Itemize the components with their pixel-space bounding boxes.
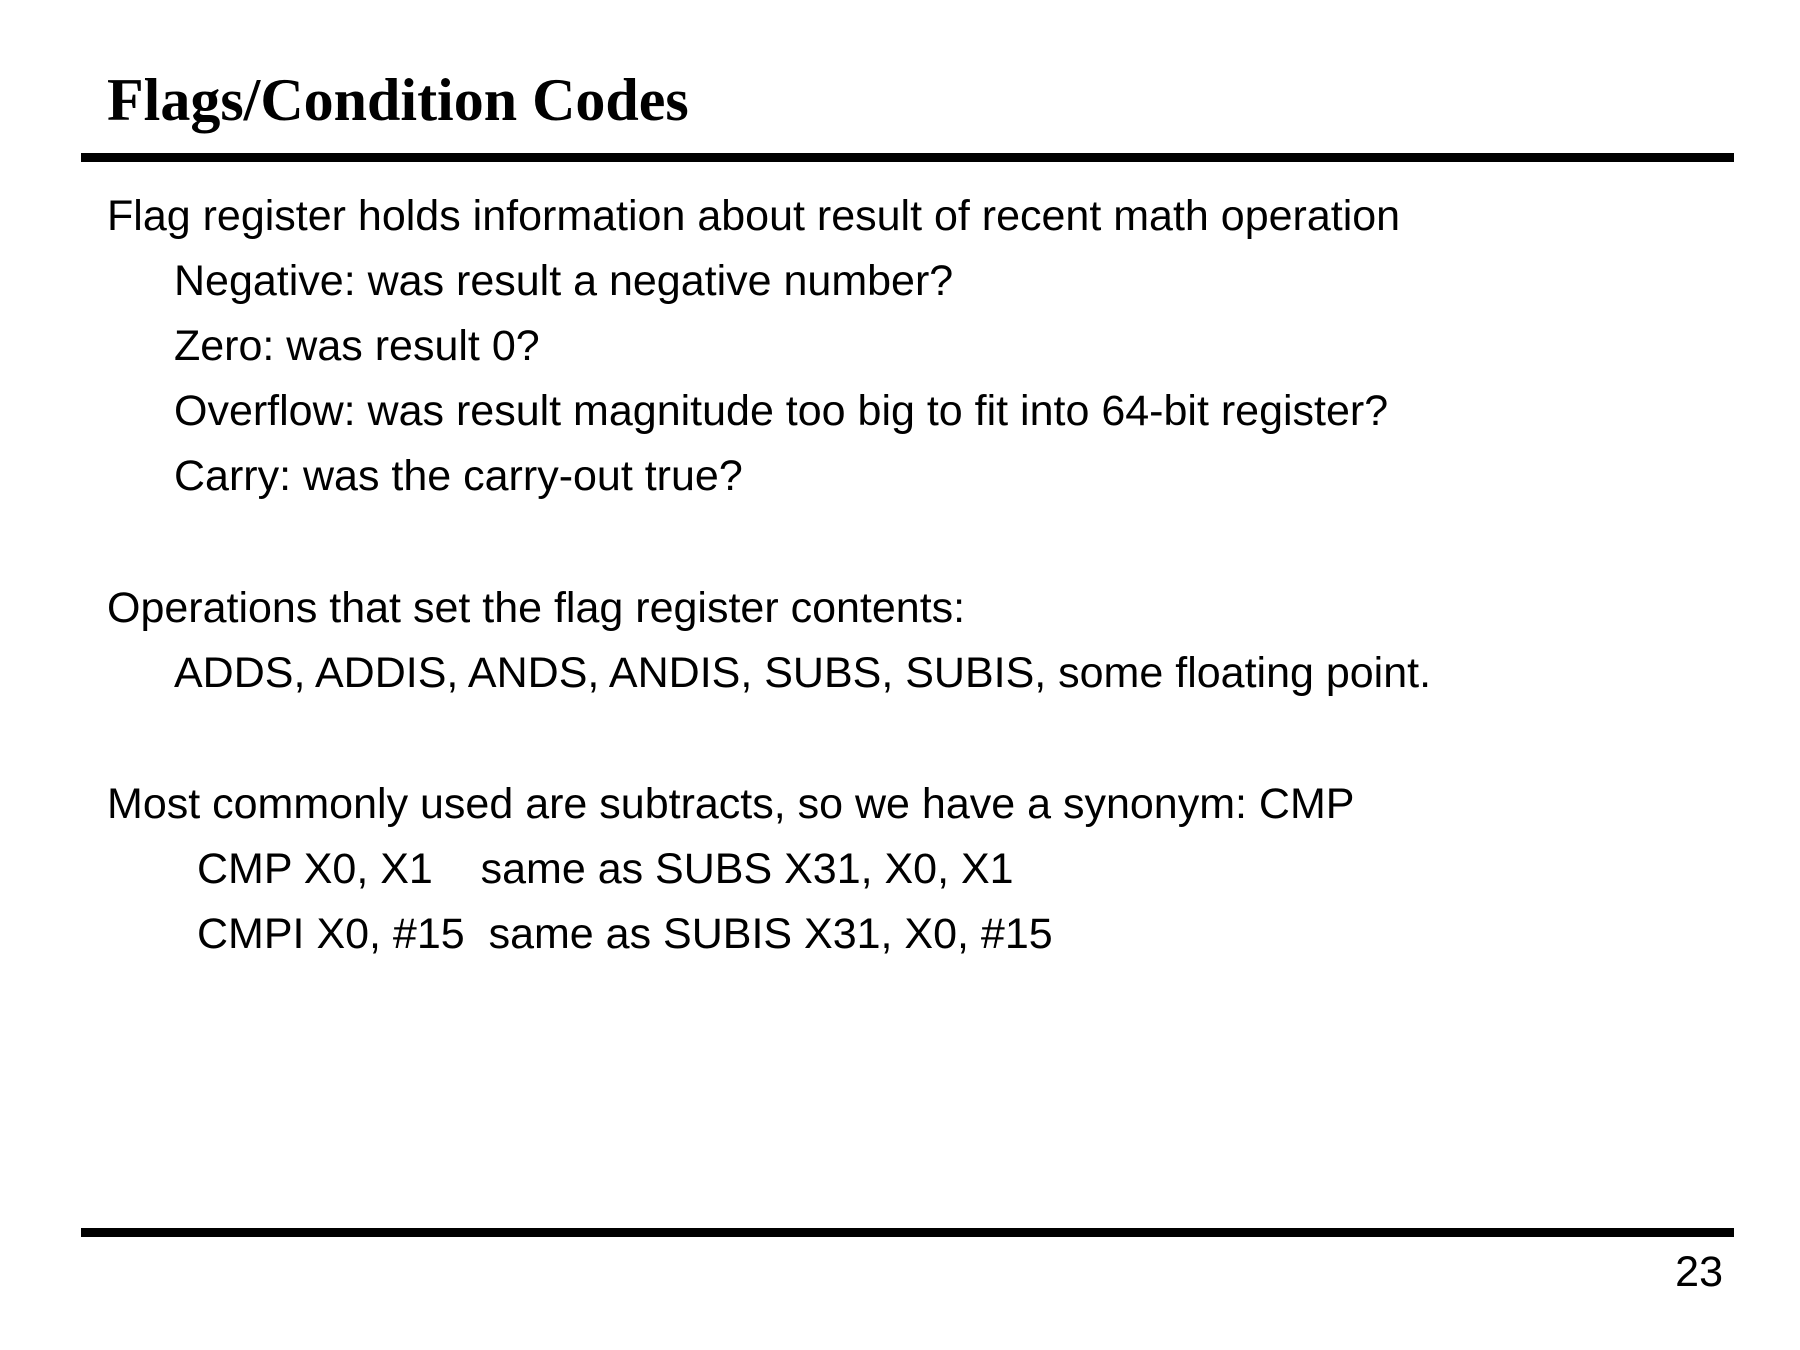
slide: Flags/Condition Codes Flag register hold… (0, 0, 1800, 1350)
page-number: 23 (1675, 1248, 1723, 1296)
cmp-intro: Most commonly used are subtracts, so we … (107, 780, 1355, 828)
flags-intro: Flag register holds information about re… (107, 192, 1401, 240)
flag-item-carry: Carry: was the carry-out true? (174, 452, 743, 500)
flag-item-negative: Negative: was result a negative number? (174, 257, 954, 305)
flag-item-zero: Zero: was result 0? (174, 322, 540, 370)
operations-intro: Operations that set the flag register co… (107, 584, 966, 632)
cmp-example: CMP X0, X1 same as SUBS X31, X0, X1 (197, 845, 1014, 893)
slide-title: Flags/Condition Codes (107, 67, 689, 133)
footer-divider (81, 1228, 1734, 1237)
operations-list: ADDS, ADDIS, ANDS, ANDIS, SUBS, SUBIS, s… (174, 649, 1432, 697)
cmpi-example: CMPI X0, #15 same as SUBIS X31, X0, #15 (197, 910, 1053, 958)
flag-item-overflow: Overflow: was result magnitude too big t… (174, 387, 1389, 435)
title-divider (81, 153, 1734, 162)
